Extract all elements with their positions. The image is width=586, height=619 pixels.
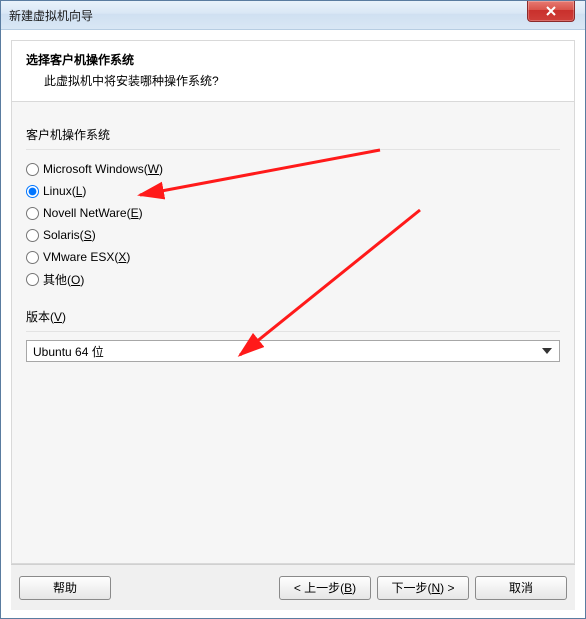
- chevron-down-icon: [539, 343, 555, 359]
- header-subtitle: 此虚拟机中将安装哪种操作系统?: [44, 72, 560, 89]
- os-option-solaris[interactable]: Solaris(S): [26, 224, 560, 246]
- os-option-linux[interactable]: Linux(L): [26, 180, 560, 202]
- header-title: 选择客户机操作系统: [26, 51, 560, 68]
- os-radio-group: Microsoft Windows(W) Linux(L) Novell NetWa…: [26, 158, 560, 290]
- os-option-label: 其他(O): [43, 271, 84, 288]
- separator: [26, 149, 560, 150]
- os-option-label: Linux(L): [43, 184, 86, 198]
- wizard-header: 选择客户机操作系统 此虚拟机中将安装哪种操作系统?: [11, 40, 575, 102]
- version-label: 版本(V): [26, 308, 560, 325]
- os-option--[interactable]: 其他(O): [26, 268, 560, 290]
- os-radio[interactable]: [26, 251, 39, 264]
- separator: [26, 331, 560, 332]
- window-title: 新建虚拟机向导: [9, 7, 93, 24]
- back-button[interactable]: < 上一步(B): [279, 576, 371, 600]
- next-button[interactable]: 下一步(N) >: [377, 576, 469, 600]
- close-icon: [545, 6, 557, 16]
- nav-buttons: < 上一步(B) 下一步(N) > 取消: [279, 576, 567, 600]
- version-section: 版本(V) Ubuntu 64 位: [26, 308, 560, 362]
- os-radio[interactable]: [26, 185, 39, 198]
- os-radio[interactable]: [26, 273, 39, 286]
- version-selected: Ubuntu 64 位: [33, 343, 104, 360]
- os-option-novell-netware[interactable]: Novell NetWare(E): [26, 202, 560, 224]
- wizard-footer: 帮助 < 上一步(B) 下一步(N) > 取消: [11, 564, 575, 610]
- titlebar: 新建虚拟机向导: [1, 1, 585, 30]
- os-radio[interactable]: [26, 163, 39, 176]
- os-radio[interactable]: [26, 229, 39, 242]
- os-option-vmware-esx[interactable]: VMware ESX(X): [26, 246, 560, 268]
- os-radio[interactable]: [26, 207, 39, 220]
- wizard-window: 新建虚拟机向导 选择客户机操作系统 此虚拟机中将安装哪种操作系统? 客户机操作系…: [0, 0, 586, 619]
- os-option-label: VMware ESX(X): [43, 250, 130, 264]
- os-option-microsoft-windows[interactable]: Microsoft Windows(W): [26, 158, 560, 180]
- version-combobox[interactable]: Ubuntu 64 位: [26, 340, 560, 362]
- cancel-button[interactable]: 取消: [475, 576, 567, 600]
- wizard-content: 客户机操作系统 Microsoft Windows(W) Linux(L) Nove…: [11, 102, 575, 564]
- os-section-label: 客户机操作系统: [26, 126, 560, 143]
- os-option-label: Novell NetWare(E): [43, 206, 143, 220]
- help-button[interactable]: 帮助: [19, 576, 111, 600]
- close-button[interactable]: [527, 1, 575, 22]
- os-option-label: Microsoft Windows(W): [43, 162, 163, 176]
- os-option-label: Solaris(S): [43, 228, 96, 242]
